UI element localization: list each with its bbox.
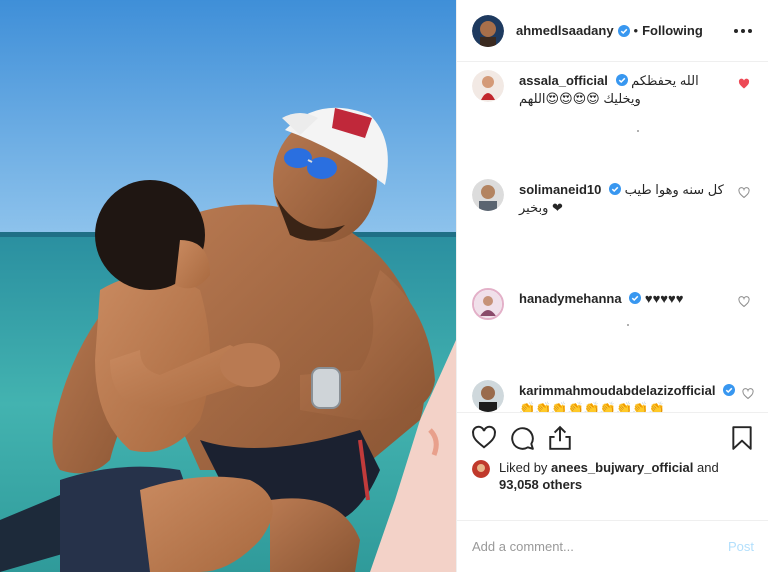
comment-separator <box>637 130 639 132</box>
comment-separator <box>627 324 629 326</box>
verified-badge-icon <box>617 24 630 37</box>
comment-username[interactable]: assala_official <box>519 73 608 88</box>
comment-text: 👏👏👏👏👏👏👏👏👏 <box>519 401 665 412</box>
header-text: ahmedlsaadany • Following <box>516 23 703 38</box>
commenter-avatar[interactable] <box>472 179 504 211</box>
comment-like-icon[interactable] <box>738 187 750 199</box>
comment-like-icon-filled[interactable] <box>738 78 750 90</box>
comments-list[interactable]: assala_official الله يحفظكم ويخليك 😍😍😍😍ا… <box>457 62 768 412</box>
verified-badge-icon <box>723 384 736 396</box>
commenter-avatar[interactable] <box>472 288 504 320</box>
likes-prefix: Liked by <box>499 460 548 475</box>
bookmark-icon[interactable] <box>729 425 755 451</box>
comment-body: assala_official الله يحفظكم ويخليك 😍😍😍😍ا… <box>519 72 731 108</box>
author-username[interactable]: ahmedlsaadany <box>516 23 614 38</box>
comment-icon[interactable] <box>509 425 535 451</box>
comment-body: solimaneid10 كل سنه وهوا طيب وبخير ❤ <box>519 181 731 217</box>
action-icons <box>471 425 755 451</box>
post-photo[interactable] <box>0 0 456 572</box>
author-avatar[interactable] <box>472 14 504 47</box>
post-header: ahmedlsaadany • Following <box>457 0 768 62</box>
share-icon[interactable] <box>547 425 573 451</box>
add-comment-bar: Post <box>457 520 768 572</box>
instagram-post-view: ahmedlsaadany • Following assala_officia… <box>0 0 768 572</box>
comment-username[interactable]: karimmahmoudabdelazizofficial <box>519 383 716 398</box>
header-separator: • <box>633 23 639 38</box>
comment-like-icon[interactable] <box>738 296 750 308</box>
more-options-icon[interactable] <box>732 23 754 39</box>
comment-username[interactable]: hanadymehanna <box>519 291 622 306</box>
commenter-avatar[interactable] <box>472 70 504 102</box>
heart-icon[interactable] <box>471 425 497 451</box>
comment-body: karimmahmoudabdelazizofficial 👏👏👏👏👏👏👏👏👏 <box>519 382 759 412</box>
post-button[interactable]: Post <box>728 539 754 554</box>
verified-badge-icon <box>609 183 621 195</box>
post-side-panel: ahmedlsaadany • Following assala_officia… <box>456 0 768 572</box>
following-button[interactable]: Following <box>642 23 703 38</box>
verified-badge-icon <box>629 292 642 304</box>
likes-summary: Liked by anees_bujwary_official and 93,0… <box>472 459 757 493</box>
add-comment-input[interactable] <box>472 539 728 554</box>
liker-username[interactable]: anees_bujwary_official <box>551 460 693 475</box>
comment-body: hanadymehanna ♥♥♥♥♥ <box>519 290 731 308</box>
comment-text: ♥♥♥♥♥ <box>644 291 684 306</box>
verified-badge-icon <box>615 74 628 86</box>
liker-avatar[interactable] <box>472 460 490 478</box>
comment-like-icon[interactable] <box>742 388 754 400</box>
post-actions: Liked by anees_bujwary_official and 93,0… <box>457 412 768 520</box>
comment-username[interactable]: solimaneid10 <box>519 182 601 197</box>
commenter-avatar[interactable] <box>472 380 504 412</box>
likes-count[interactable]: 93,058 others <box>499 477 582 492</box>
likes-conjunction: and <box>697 460 719 475</box>
